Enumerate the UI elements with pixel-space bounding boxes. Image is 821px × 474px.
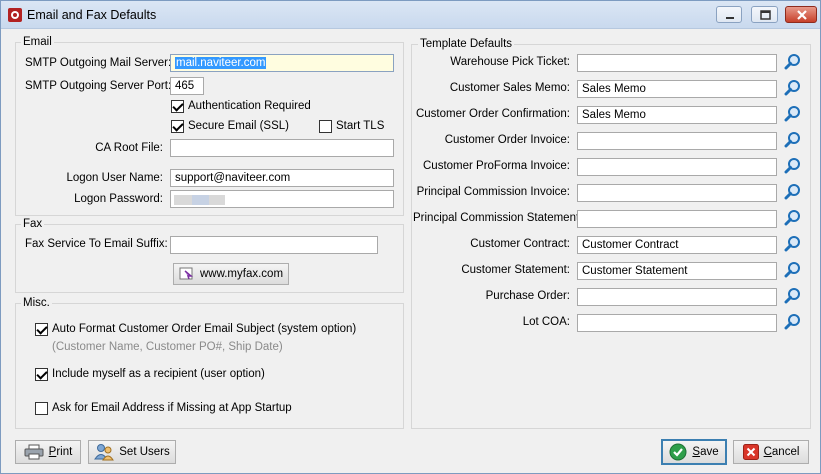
template-row-label: Lot COA: bbox=[522, 316, 570, 328]
maximize-icon bbox=[760, 10, 771, 20]
start-tls-label[interactable]: Start TLS bbox=[336, 120, 384, 132]
email-group-title: Email bbox=[21, 36, 54, 48]
search-icon[interactable] bbox=[784, 209, 802, 227]
start-tls-checkbox[interactable] bbox=[319, 120, 332, 133]
close-button[interactable] bbox=[785, 6, 817, 23]
smtp-port-value: 465 bbox=[175, 80, 195, 92]
auth-required-checkbox[interactable] bbox=[171, 100, 184, 113]
auto-format-hint: (Customer Name, Customer PO#, Ship Date) bbox=[52, 341, 283, 353]
set-users-button[interactable]: Set Users bbox=[88, 440, 176, 464]
logon-user-label: Logon User Name: bbox=[66, 172, 163, 184]
close-icon bbox=[797, 10, 807, 20]
template-row-value: Sales Memo bbox=[582, 109, 646, 121]
search-icon[interactable] bbox=[784, 261, 802, 279]
search-icon[interactable] bbox=[784, 131, 802, 149]
web-link-icon bbox=[179, 267, 195, 281]
password-mask-dot bbox=[174, 195, 192, 205]
ca-root-label: CA Root File: bbox=[95, 142, 163, 154]
template-row-input[interactable]: Customer Contract bbox=[577, 236, 777, 254]
ask-email-checkbox[interactable] bbox=[35, 402, 48, 415]
search-icon[interactable] bbox=[784, 287, 802, 305]
template-row-label: Customer Order Confirmation: bbox=[415, 108, 570, 120]
template-defaults-title: Template Defaults bbox=[418, 38, 515, 50]
minimize-button[interactable] bbox=[716, 6, 742, 23]
auto-format-checkbox[interactable] bbox=[35, 323, 48, 336]
app-icon bbox=[8, 8, 22, 22]
myfax-link-button[interactable]: www.myfax.com bbox=[173, 263, 289, 285]
search-icon[interactable] bbox=[784, 157, 802, 175]
template-row-value: Customer Contract bbox=[582, 239, 679, 251]
users-icon bbox=[94, 443, 115, 461]
template-row-input[interactable]: Sales Memo bbox=[577, 106, 777, 124]
minimize-icon bbox=[726, 17, 734, 19]
logon-user-input[interactable]: support@naviteer.com bbox=[170, 169, 394, 187]
template-row-input[interactable] bbox=[577, 314, 777, 332]
template-row-input[interactable] bbox=[577, 158, 777, 176]
ask-email-label[interactable]: Ask for Email Address if Missing at App … bbox=[52, 402, 292, 414]
template-row-input[interactable] bbox=[577, 184, 777, 202]
template-row-value: Sales Memo bbox=[582, 83, 646, 95]
fax-suffix-label: Fax Service To Email Suffix: bbox=[25, 238, 168, 250]
misc-group-title: Misc. bbox=[21, 297, 52, 309]
template-row-input[interactable] bbox=[577, 288, 777, 306]
auto-format-label[interactable]: Auto Format Customer Order Email Subject… bbox=[52, 323, 356, 335]
template-row-label: Customer Contract: bbox=[470, 238, 570, 250]
set-users-label: Set Users bbox=[119, 446, 170, 458]
template-row-label: Warehouse Pick Ticket: bbox=[450, 56, 570, 68]
save-button[interactable]: Save bbox=[661, 439, 727, 465]
template-row-input[interactable] bbox=[577, 210, 777, 228]
auth-required-label[interactable]: Authentication Required bbox=[188, 100, 311, 112]
template-row-input[interactable] bbox=[577, 54, 777, 72]
smtp-server-label: SMTP Outgoing Mail Server: bbox=[25, 57, 172, 69]
printer-icon bbox=[24, 444, 44, 460]
search-icon[interactable] bbox=[784, 313, 802, 331]
template-row-label: Customer Order Invoice: bbox=[444, 134, 570, 146]
template-row-input[interactable]: Customer Statement bbox=[577, 262, 777, 280]
logon-password-input[interactable] bbox=[170, 190, 394, 208]
cancel-button[interactable]: Cancel bbox=[733, 440, 809, 464]
fax-group-title: Fax bbox=[21, 218, 45, 230]
template-row-label: Principal Commission Statement: bbox=[413, 212, 583, 224]
myfax-link-label: www.myfax.com bbox=[199, 268, 284, 280]
print-button[interactable]: Print bbox=[15, 440, 81, 464]
template-row-input[interactable] bbox=[577, 132, 777, 150]
search-icon[interactable] bbox=[784, 53, 802, 71]
cancel-label: Cancel bbox=[763, 446, 800, 458]
logon-password-label: Logon Password: bbox=[74, 193, 163, 205]
template-row-label: Customer Statement: bbox=[461, 264, 570, 276]
template-row-label: Purchase Order: bbox=[485, 290, 570, 302]
include-myself-label[interactable]: Include myself as a recipient (user opti… bbox=[52, 368, 265, 380]
email-fax-defaults-window: Email and Fax Defaults Email SMTP Outgoi… bbox=[0, 0, 821, 474]
password-mask-dot bbox=[209, 195, 225, 205]
smtp-port-label: SMTP Outgoing Server Port: bbox=[25, 80, 172, 92]
smtp-port-input[interactable]: 465 bbox=[170, 77, 204, 95]
checkmark-icon bbox=[669, 443, 687, 461]
save-label: Save bbox=[692, 446, 719, 458]
search-icon[interactable] bbox=[784, 183, 802, 201]
search-icon[interactable] bbox=[784, 235, 802, 253]
print-label: Print bbox=[48, 446, 73, 458]
smtp-server-input[interactable]: mail.naviteer.com bbox=[170, 54, 394, 72]
password-mask-dot bbox=[192, 195, 209, 205]
search-icon[interactable] bbox=[784, 105, 802, 123]
smtp-server-value: mail.naviteer.com bbox=[175, 57, 267, 69]
title-bar[interactable]: Email and Fax Defaults bbox=[1, 1, 820, 29]
secure-ssl-label[interactable]: Secure Email (SSL) bbox=[188, 120, 289, 132]
logon-user-value: support@naviteer.com bbox=[175, 172, 291, 184]
template-row-label: Customer Sales Memo: bbox=[449, 82, 570, 94]
include-myself-checkbox[interactable] bbox=[35, 368, 48, 381]
template-row-value: Customer Statement bbox=[582, 265, 688, 277]
cancel-x-icon bbox=[742, 444, 759, 460]
template-row-input[interactable]: Sales Memo bbox=[577, 80, 777, 98]
template-row-label: Principal Commission Invoice: bbox=[416, 186, 570, 198]
template-row-label: Customer ProForma Invoice: bbox=[423, 160, 570, 172]
window-title: Email and Fax Defaults bbox=[27, 8, 157, 22]
maximize-button[interactable] bbox=[751, 6, 778, 23]
ca-root-input[interactable] bbox=[170, 139, 394, 157]
secure-ssl-checkbox[interactable] bbox=[171, 120, 184, 133]
search-icon[interactable] bbox=[784, 79, 802, 97]
fax-suffix-input[interactable] bbox=[170, 236, 378, 254]
